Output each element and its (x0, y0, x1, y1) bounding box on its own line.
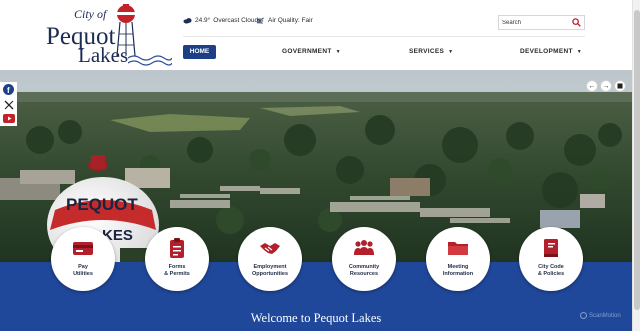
nav-home[interactable]: HOME (183, 45, 216, 59)
water-tower-icon (116, 4, 136, 56)
caret-down-icon: ▼ (448, 49, 454, 55)
search-input[interactable] (502, 18, 568, 28)
clipboard-icon (170, 238, 184, 258)
previous-icon: ← (588, 82, 596, 90)
cloud-icon (183, 18, 192, 24)
air-quality-icon (256, 17, 264, 24)
weather-widget[interactable]: 24.9° Overcast Clouds (183, 17, 261, 24)
weather-condition: Overcast Clouds (213, 17, 262, 24)
waves-icon (128, 55, 172, 66)
nav-services[interactable]: SERVICES ▼ (409, 45, 453, 59)
quick-link-community-resources[interactable]: Community Resources (332, 227, 396, 291)
nav-development[interactable]: DEVELOPMENT ▼ (520, 45, 582, 59)
nav-development-label: DEVELOPMENT (520, 48, 573, 55)
quick-link-label: City Code & Policies (537, 264, 565, 277)
city-logo[interactable]: City of Pequot Lakes (44, 4, 172, 66)
x-icon (4, 100, 13, 109)
weather-temp: 24.9° (195, 17, 211, 24)
scanmotion-logo-icon (580, 312, 587, 319)
caret-down-icon: ▼ (576, 49, 583, 55)
quick-link-label: Meeting Information (442, 264, 474, 277)
quick-link-pay-utilities[interactable]: Pay Utilities (51, 227, 115, 291)
logo-line-city: City of (74, 7, 107, 21)
watermark-text: ScanMotion (589, 312, 621, 319)
youtube-icon (2, 114, 15, 123)
facebook-link[interactable]: f (0, 82, 17, 97)
hero-sign-text: PEQUOT (66, 195, 138, 214)
quick-link-forms-permits[interactable]: Forms & Permits (145, 227, 209, 291)
nav-government[interactable]: GOVERNMENT ▼ (282, 45, 341, 59)
quick-link-label: Community Resources (348, 264, 380, 277)
handshake-icon (260, 243, 280, 254)
quick-link-label: Forms & Permits (164, 264, 190, 277)
people-icon (354, 240, 374, 255)
air-quality-widget[interactable]: Air Quality: Fair (256, 17, 313, 24)
folder-icon (448, 242, 468, 255)
quick-link-label: Pay Utilities (73, 264, 93, 277)
quick-link-label: Employment Opportunities (251, 264, 289, 277)
nav-government-label: GOVERNMENT (282, 48, 332, 55)
quick-link-city-code[interactable]: City Code & Policies (519, 227, 583, 291)
scrollbar-thumb[interactable] (634, 10, 640, 310)
pause-icon (617, 83, 623, 89)
search-icon[interactable] (572, 18, 581, 27)
book-icon (544, 239, 558, 257)
site-header: City of Pequot Lakes 24.9° Overcast Clou… (0, 0, 632, 70)
scanmotion-watermark: ScanMotion (580, 312, 621, 319)
slideshow-previous[interactable]: ← (586, 80, 598, 92)
slideshow-pause[interactable] (614, 80, 626, 92)
next-icon: → (602, 82, 610, 90)
svg-text:f: f (7, 86, 10, 95)
youtube-link[interactable] (0, 111, 17, 126)
caret-down-icon: ▼ (335, 49, 341, 55)
x-link[interactable] (0, 97, 17, 112)
welcome-heading: Welcome to Pequot Lakes (250, 311, 382, 325)
page-scrollbar[interactable] (632, 0, 640, 331)
search-box (498, 15, 585, 30)
quick-link-meeting-information[interactable]: Meeting Information (426, 227, 490, 291)
credit-card-icon (73, 242, 93, 255)
nav-services-label: SERVICES (409, 48, 445, 55)
nav-divider (183, 36, 585, 37)
facebook-icon: f (3, 84, 14, 95)
quick-link-employment[interactable]: Employment Opportunities (238, 227, 302, 291)
air-quality-text: Air Quality: Fair (268, 17, 313, 24)
slideshow-next[interactable]: → (600, 80, 612, 92)
